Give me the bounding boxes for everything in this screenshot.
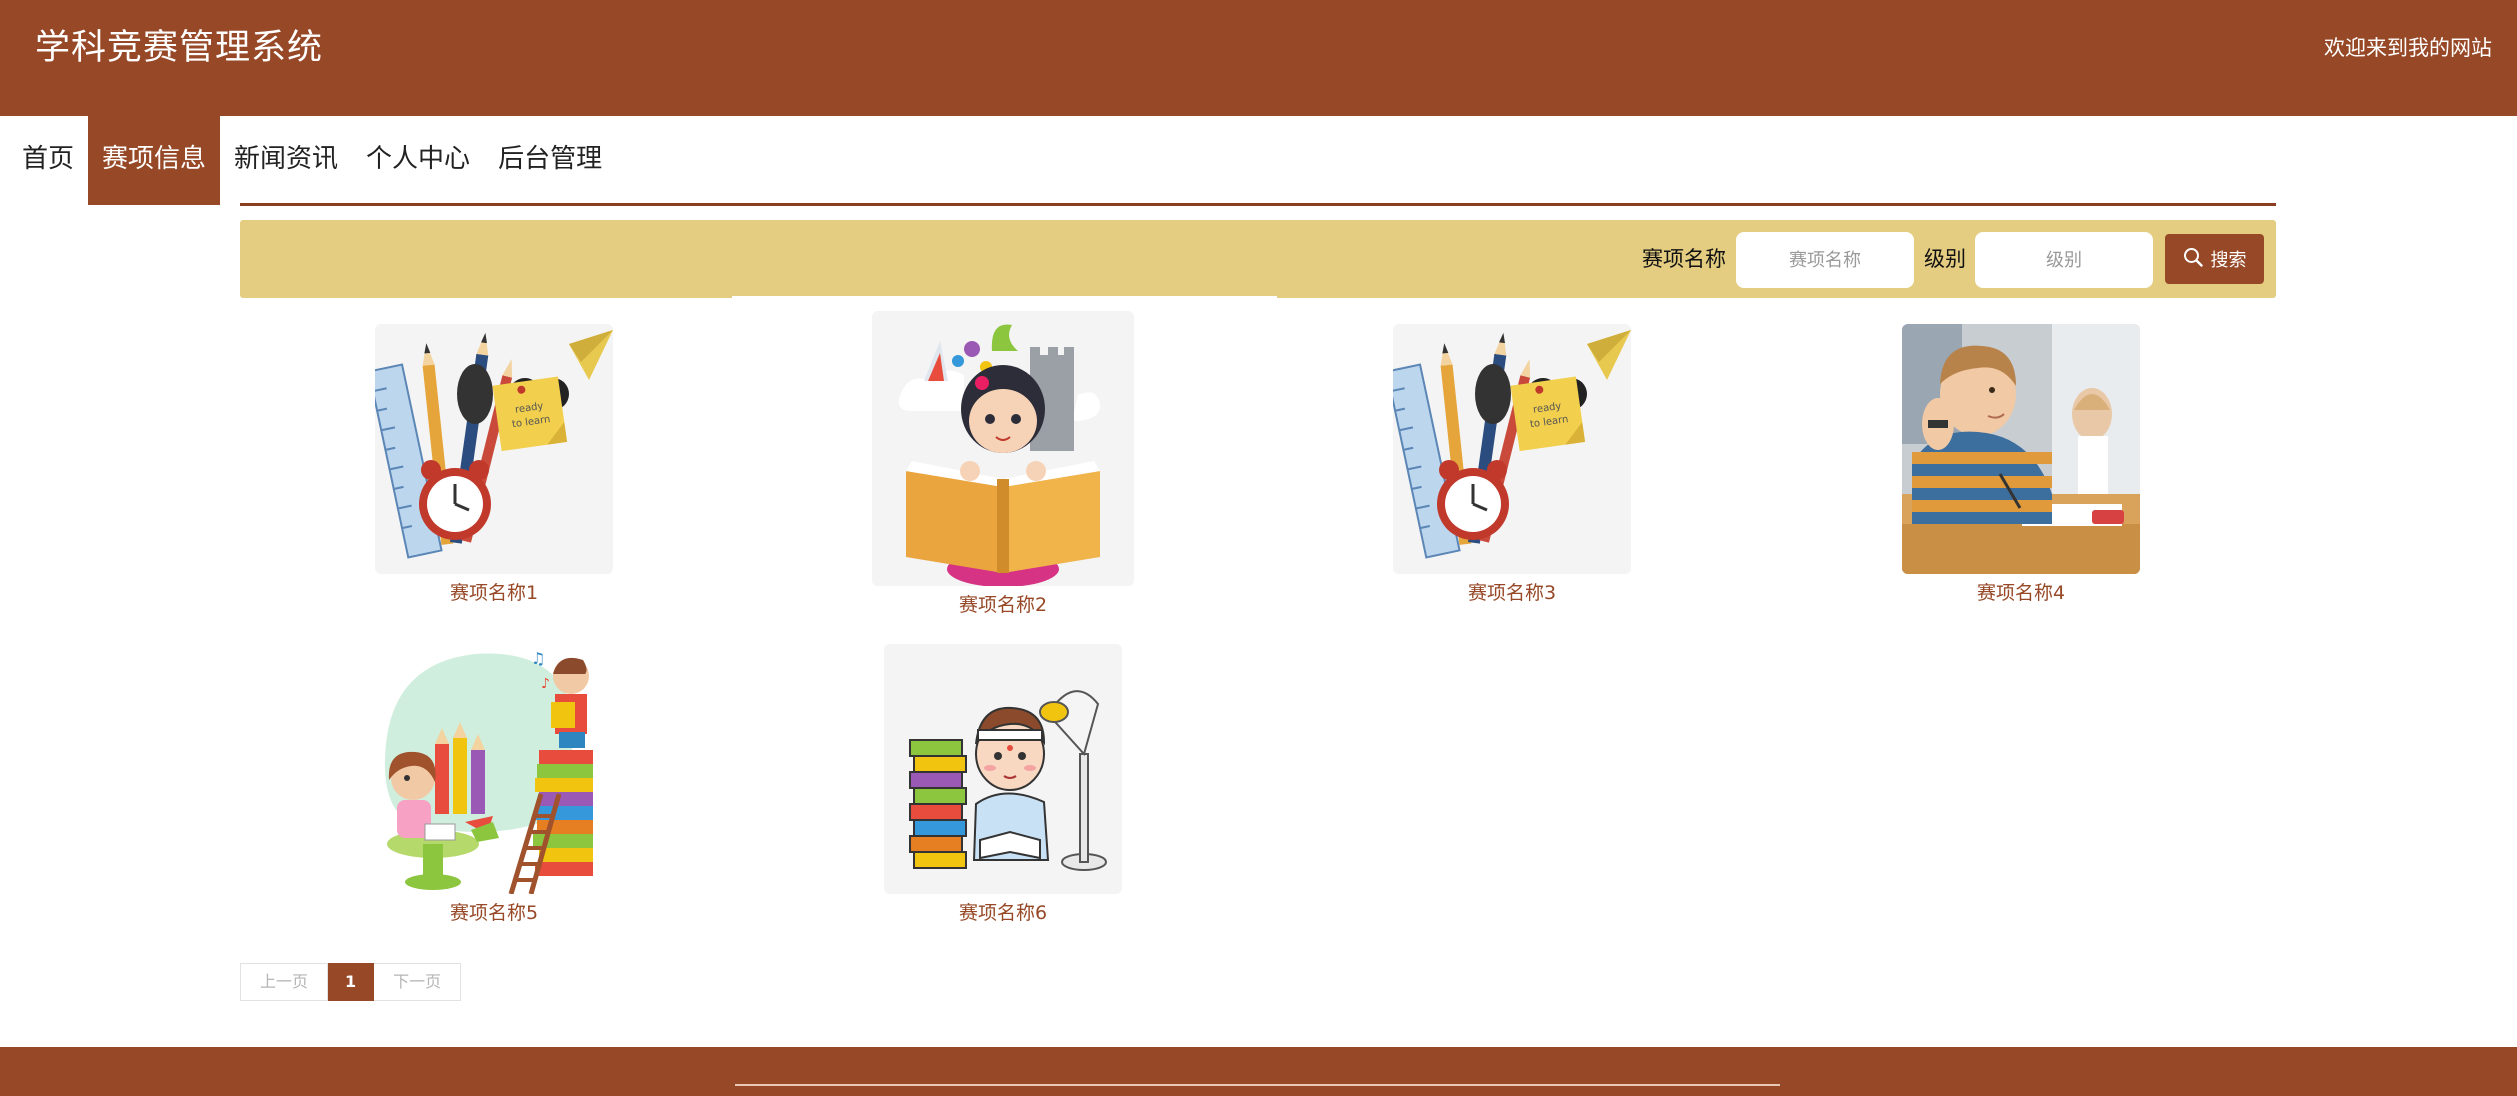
competition-card[interactable]: 赛项名称4	[1901, 324, 2141, 606]
level-input[interactable]	[1975, 232, 2153, 288]
girl-reading-image[interactable]	[872, 311, 1134, 586]
search-bar: 赛项名称 级别 搜索	[240, 220, 2276, 298]
competition-card[interactable]: 赛项名称2	[871, 311, 1135, 618]
level-label: 级别	[1924, 247, 1966, 271]
page-number-button[interactable]: 1	[328, 963, 375, 1001]
svg-text:♪: ♪	[541, 676, 550, 692]
competition-card[interactable]: ready to learn 赛项名称3	[1392, 324, 1632, 606]
nav-item-home[interactable]: 首页	[0, 116, 88, 205]
children-reading-image[interactable]: ♫ ♪	[375, 644, 613, 894]
school-supplies-image[interactable]: ready to learn	[375, 324, 613, 574]
search-bar-tab-gap	[732, 296, 1277, 302]
header-bar: 学科竞赛管理系统 欢迎来到我的网站	[0, 0, 2517, 116]
card-title[interactable]: 赛项名称3	[1392, 580, 1632, 606]
footer-divider	[735, 1084, 1780, 1086]
card-title[interactable]: 赛项名称5	[374, 900, 614, 926]
nav-item-personal-center[interactable]: 个人中心	[352, 116, 484, 205]
card-title[interactable]: 赛项名称2	[871, 592, 1135, 618]
nav-item-news[interactable]: 新闻资讯	[220, 116, 352, 205]
boy-studying-image[interactable]	[884, 644, 1122, 894]
competition-card[interactable]: 赛项名称6	[883, 644, 1123, 926]
card-title[interactable]: 赛项名称4	[1901, 580, 2141, 606]
nav-item-competitions[interactable]: 赛项信息	[88, 116, 221, 205]
nav-divider	[240, 203, 2276, 206]
search-icon	[2183, 247, 2203, 272]
boy-at-desk-image[interactable]	[1902, 324, 2140, 574]
nav-item-admin[interactable]: 后台管理	[484, 116, 616, 205]
competition-card[interactable]: ready to learn 赛项名称1	[374, 324, 614, 606]
card-title[interactable]: 赛项名称6	[883, 900, 1123, 926]
welcome-text: 欢迎来到我的网站	[2324, 36, 2492, 60]
competition-name-label: 赛项名称	[1642, 247, 1726, 271]
card-title[interactable]: 赛项名称1	[374, 580, 614, 606]
competition-card[interactable]: ♫ ♪ 赛项名称5	[374, 644, 614, 926]
school-supplies-image[interactable]: ready to learn	[1393, 324, 1631, 574]
footer	[0, 1047, 2517, 1096]
next-page-button[interactable]: 下一页	[374, 963, 462, 1001]
competition-name-input[interactable]	[1736, 232, 1914, 288]
search-button-label: 搜索	[2210, 250, 2247, 271]
site-title: 学科竞赛管理系统	[35, 28, 324, 68]
svg-text:♫: ♫	[531, 649, 545, 668]
search-button[interactable]: 搜索	[2165, 234, 2264, 284]
pagination: 上一页 1 下一页	[240, 963, 462, 1001]
prev-page-button[interactable]: 上一页	[240, 963, 329, 1001]
main-nav: 首页 赛项信息 新闻资讯 个人中心 后台管理	[0, 116, 616, 205]
